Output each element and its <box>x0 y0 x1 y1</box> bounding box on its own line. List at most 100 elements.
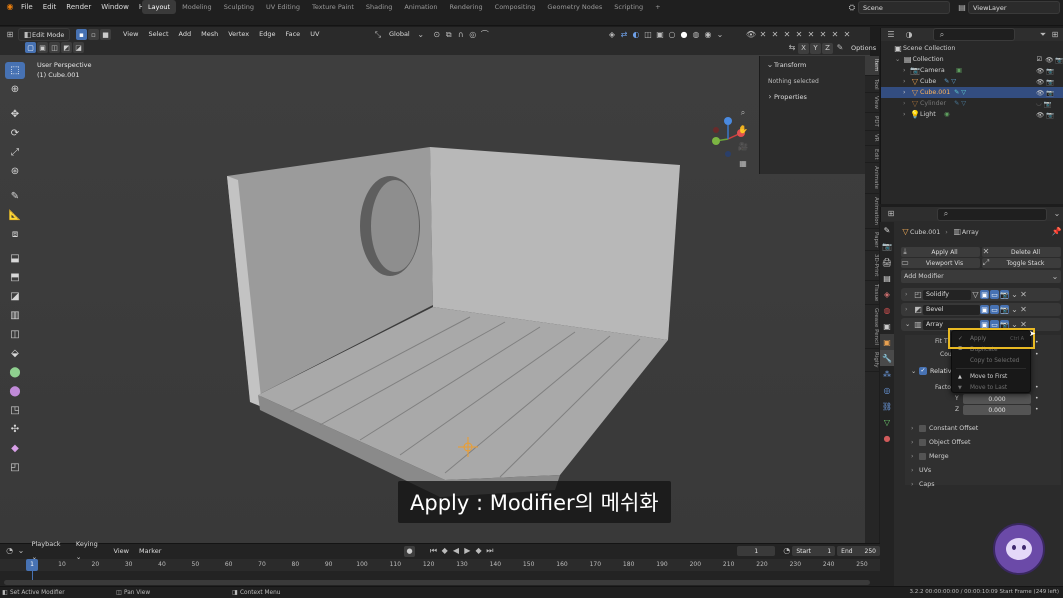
tool-tab-icon[interactable]: ✎ <box>880 222 894 238</box>
menu-file[interactable]: File <box>16 0 38 14</box>
tab-item[interactable]: Item <box>865 56 879 76</box>
subpanel-merge[interactable]: › Merge <box>911 449 1057 463</box>
outliner-item-cube[interactable]: › ▽ Cube ✎ ▽ 👁 📷 <box>881 76 1063 87</box>
menu-render[interactable]: Render <box>61 0 96 14</box>
tab-grease-pencil[interactable]: Grease Pencil <box>865 305 879 350</box>
relative-offset-checkbox[interactable]: ✓ <box>919 367 927 375</box>
solid-shading-icon[interactable]: ● <box>678 29 690 41</box>
tab-scripting[interactable]: Scripting <box>608 0 649 14</box>
annotate-icon[interactable]: ✎ <box>5 188 25 205</box>
constraints-tab-icon[interactable]: ⛓ <box>880 398 894 414</box>
wrench-icon[interactable]: ✎ <box>834 42 846 54</box>
tab-texture-paint[interactable]: Texture Paint <box>306 0 360 14</box>
collection-tab-icon[interactable]: ▣ <box>880 318 894 334</box>
chevron-down-icon[interactable]: ⌄ <box>905 321 913 328</box>
transform-panel-title[interactable]: Transform <box>774 61 806 69</box>
rip-icon[interactable]: ◰ <box>5 459 25 476</box>
factor-y-field[interactable]: 0.000 <box>963 394 1031 404</box>
pin-icon-8[interactable]: ✕ <box>841 29 853 41</box>
eye-icon[interactable]: 👁 <box>1045 56 1053 64</box>
menu-move-to-last[interactable]: ▼ Move to Last <box>952 382 1030 393</box>
start-frame-field[interactable]: Start 1 <box>792 546 836 556</box>
chevron-down-icon[interactable]: ⌄ <box>1051 208 1063 220</box>
menu-select[interactable]: Select <box>143 28 173 41</box>
properties-type-icon[interactable]: ⊞ <box>885 208 897 220</box>
data-tab-icon[interactable]: ▽ <box>880 414 894 430</box>
edge-slide-icon[interactable]: ◳ <box>5 402 25 419</box>
scale-icon[interactable]: ⤢ <box>5 144 25 161</box>
tab-vr[interactable]: VR <box>865 131 879 146</box>
outliner-item-light[interactable]: › 💡 Light ◉ 👁 📷 <box>881 109 1063 120</box>
overlay-icon[interactable]: ◐ <box>630 29 642 41</box>
close-icon[interactable]: ✕ <box>1019 289 1028 301</box>
keyframe-dot-icon[interactable]: • <box>1035 384 1039 391</box>
menu-mesh[interactable]: Mesh <box>196 28 223 41</box>
magnet-icon[interactable]: ∩ <box>455 29 467 41</box>
extrude-icon[interactable]: ⬓ <box>5 250 25 267</box>
select-box-icon[interactable]: ⬚ <box>5 62 25 79</box>
grid-icon[interactable]: ▦ <box>737 158 749 170</box>
tab-tissue[interactable]: Tissue <box>865 281 879 305</box>
menu-window[interactable]: Window <box>96 0 134 14</box>
frame-ruler[interactable]: 1102030405060708090100110120130140150160… <box>0 559 880 571</box>
tab-edit[interactable]: Edit <box>865 146 879 164</box>
close-icon[interactable]: ✕ <box>1019 304 1028 316</box>
chevron-right-icon[interactable]: › <box>903 78 910 85</box>
tab-pdt[interactable]: PDT <box>865 113 879 132</box>
factor-z-field[interactable]: 0.000 <box>963 405 1031 415</box>
tab-view[interactable]: View <box>865 93 879 114</box>
eye-icon[interactable]: 👁 <box>1036 78 1044 86</box>
pin-icon-6[interactable]: ✕ <box>817 29 829 41</box>
menu-vertex[interactable]: Vertex <box>223 28 254 41</box>
cage-toggle-icon[interactable]: ▣ <box>980 290 989 299</box>
face-select-icon[interactable]: ■ <box>100 29 111 40</box>
axis-z-toggle[interactable]: Z <box>822 42 833 54</box>
pin-icon-2[interactable]: ✕ <box>769 29 781 41</box>
keyframe-dot-icon[interactable]: • <box>1035 406 1039 413</box>
menu-timeline-view[interactable]: View <box>109 545 134 558</box>
modifier-name-field[interactable]: Solidify <box>923 289 971 300</box>
apply-all-button[interactable]: ⤓ Apply All <box>901 247 980 257</box>
editor-type-icon[interactable]: ⊞ <box>4 29 16 41</box>
keyframe-dot-icon[interactable]: • <box>1035 395 1039 402</box>
chevron-right-icon[interactable]: › <box>903 67 910 74</box>
chevron-right-icon[interactable]: › <box>905 306 913 313</box>
tab-animation[interactable]: Animation <box>398 0 443 14</box>
snap-icon[interactable]: ⧉ <box>443 29 455 41</box>
edit-mode-toggle-icon[interactable]: ▽ <box>971 289 980 301</box>
falloff-icon[interactable]: ⌒ <box>479 29 491 41</box>
next-keyframe-icon[interactable]: ◆ <box>473 545 484 557</box>
chevron-right-icon[interactable]: › <box>903 100 910 107</box>
viewport-vis-button[interactable]: ▭ Viewport Vis <box>901 258 980 268</box>
bevel-icon[interactable]: ◪ <box>5 288 25 305</box>
chevron-down-icon[interactable]: ⌄ <box>766 59 774 71</box>
object-tab-icon[interactable]: ▣ <box>880 334 894 350</box>
add-cube-icon[interactable]: ⧈ <box>5 226 25 243</box>
vertex-select-icon[interactable]: ▪ <box>76 29 87 40</box>
material-shading-icon[interactable]: ◍ <box>690 29 702 41</box>
tab-rigify[interactable]: Rigify <box>865 349 879 372</box>
select-intersect-icon[interactable]: ◪ <box>73 42 84 53</box>
checkbox[interactable] <box>919 424 926 432</box>
mirror-icon[interactable]: ⇆ <box>786 42 798 54</box>
camera-icon[interactable]: 📷 <box>1046 78 1054 86</box>
smooth-icon[interactable]: ⬤ <box>5 383 25 400</box>
end-frame-field[interactable]: End 250 <box>837 546 880 556</box>
outliner-item-camera[interactable]: › 📷 Camera ▣ 👁 📷 <box>881 65 1063 76</box>
pivot-icon[interactable]: ⊙ <box>431 29 443 41</box>
blender-logo-icon[interactable]: ◉ <box>4 1 16 13</box>
camera-icon[interactable]: 📷 <box>1046 67 1054 75</box>
checkbox[interactable] <box>919 452 926 460</box>
keyframe-dot-icon[interactable]: • <box>1035 339 1039 346</box>
outliner-type-icon[interactable]: ☰ <box>885 29 897 41</box>
tab-uv-editing[interactable]: UV Editing <box>260 0 306 14</box>
play-icon[interactable]: ▶ <box>462 545 473 557</box>
chevron-down-icon[interactable]: ⌄ <box>911 368 919 375</box>
render-tab-icon[interactable]: 📷 <box>880 238 894 254</box>
xray-icon[interactable]: ▣ <box>654 29 666 41</box>
camera-icon[interactable]: 📷 <box>1055 56 1063 64</box>
camera-icon[interactable]: 📷 <box>1046 89 1054 97</box>
scene-tab-icon[interactable]: ◈ <box>880 286 894 302</box>
eye-icon[interactable]: 👁 <box>1036 89 1044 97</box>
scene-selector[interactable]: Scene <box>858 1 950 14</box>
